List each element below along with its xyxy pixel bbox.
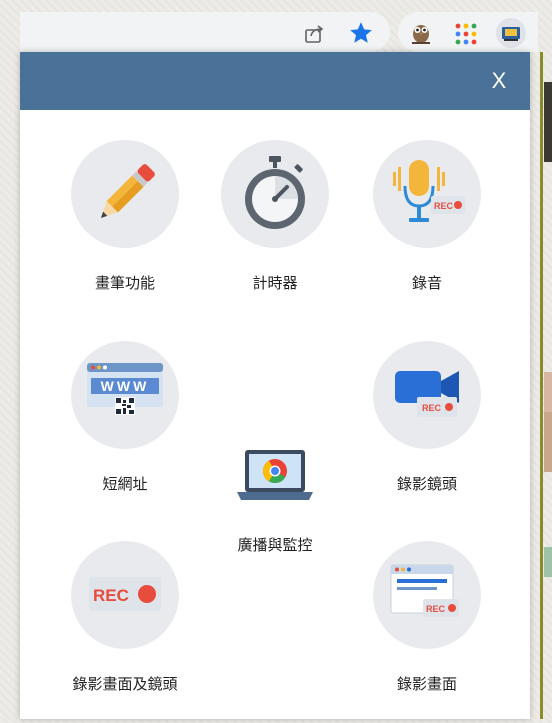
close-button[interactable]: X	[484, 66, 514, 96]
svg-text:REC: REC	[434, 201, 454, 211]
tool-timer[interactable]: 計時器	[195, 140, 355, 293]
pencil-icon	[100, 164, 155, 219]
tool-timer-label: 計時器	[252, 274, 298, 292]
tool-camera-label: 錄影鏡頭	[396, 475, 457, 493]
tool-timer-circle	[221, 140, 329, 248]
tool-screencam[interactable]: REC 錄影畫面及鏡頭	[45, 541, 205, 694]
page-edge-border	[540, 52, 543, 719]
tool-screencam-circle: REC	[71, 541, 179, 649]
tool-screen[interactable]: REC 錄影畫面	[347, 541, 507, 694]
tool-shorturl-circle: WWW	[71, 341, 179, 449]
tool-broadcast[interactable]: 廣播與監控	[195, 430, 355, 555]
tool-broadcast-label: 廣播與監控	[237, 536, 313, 554]
tool-camera-circle: REC	[373, 341, 481, 449]
share-icon[interactable]	[303, 22, 325, 44]
extension-popup: X 畫筆功能 計時器 REC 錄音 WWW 短網址 廣播與監控 REC 錄影鏡頭…	[20, 52, 530, 719]
stopwatch-icon	[245, 156, 305, 229]
popup-header: X	[20, 52, 530, 110]
chrome-laptop-icon	[237, 450, 313, 500]
svg-text:REC: REC	[422, 403, 442, 413]
svg-text:REC: REC	[93, 586, 129, 605]
tool-screen-circle: REC	[373, 541, 481, 649]
tool-screencam-label: 錄影畫面及鏡頭	[72, 675, 178, 693]
tool-pen-label: 畫筆功能	[94, 274, 155, 292]
owl-extension-icon[interactable]	[408, 19, 434, 45]
background-page-strip	[544, 52, 552, 719]
microphone-rec-icon: REC	[393, 160, 465, 222]
tool-camera[interactable]: REC 錄影鏡頭	[347, 341, 507, 494]
bookmark-star-icon[interactable]	[348, 20, 374, 46]
svg-text:REC: REC	[426, 604, 446, 614]
camera-rec-icon: REC	[395, 371, 459, 417]
tool-broadcast-circle	[221, 430, 329, 530]
tool-pen-circle	[71, 140, 179, 248]
tool-shorturl-label: 短網址	[102, 475, 148, 493]
tool-shorturl[interactable]: WWW 短網址	[45, 341, 205, 494]
tool-pen[interactable]: 畫筆功能	[45, 140, 205, 293]
extension-icon[interactable]	[496, 18, 526, 48]
tool-audio[interactable]: REC 錄音	[347, 140, 507, 293]
rec-button-icon: REC	[89, 577, 161, 611]
tool-audio-label: 錄音	[411, 274, 442, 292]
apps-grid-icon[interactable]	[454, 22, 478, 46]
address-bar[interactable]	[20, 12, 390, 52]
tool-audio-circle: REC	[373, 140, 481, 248]
browser-window-rec-icon: REC	[390, 564, 459, 617]
svg-text:WWW: WWW	[101, 378, 150, 394]
www-qrcode-icon: WWW	[87, 363, 163, 415]
tool-screen-label: 錄影畫面	[396, 675, 457, 693]
